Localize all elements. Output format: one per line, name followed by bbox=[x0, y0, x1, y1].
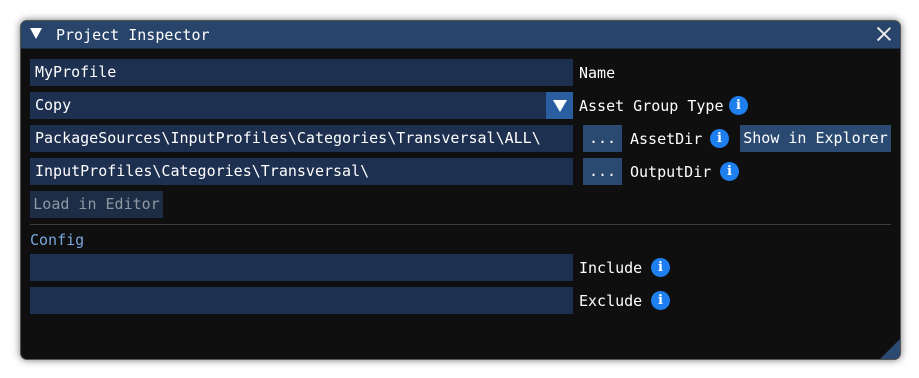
asset-dir-label: AssetDir bbox=[630, 130, 703, 148]
asset-group-type-label: Asset Group Type bbox=[579, 97, 724, 115]
include-input[interactable] bbox=[30, 254, 573, 281]
asset-group-type-dropdown-button[interactable] bbox=[546, 92, 573, 119]
output-dir-input[interactable]: InputProfiles\Categories\Transversal\ bbox=[30, 158, 573, 185]
exclude-label: Exclude bbox=[579, 292, 643, 310]
asset-dir-info-icon[interactable]: i bbox=[710, 129, 729, 148]
asset-dir-input[interactable]: PackageSources\InputProfiles\Categories\… bbox=[30, 125, 573, 152]
asset-group-type-info-icon[interactable]: i bbox=[729, 96, 748, 115]
output-dir-info-icon[interactable]: i bbox=[720, 162, 739, 181]
name-label: Name bbox=[579, 64, 616, 82]
output-dir-browse-button[interactable]: ... bbox=[583, 158, 622, 185]
config-heading: Config bbox=[30, 231, 85, 249]
name-input[interactable]: MyProfile bbox=[30, 59, 573, 86]
load-in-editor-button[interactable]: Load in Editor bbox=[30, 191, 163, 218]
exclude-info-icon[interactable]: i bbox=[651, 291, 670, 310]
asset-group-type-select[interactable]: Copy bbox=[30, 92, 546, 119]
resize-grip-icon[interactable] bbox=[880, 339, 900, 359]
include-info-icon[interactable]: i bbox=[651, 258, 670, 277]
title-bar[interactable]: Project Inspector bbox=[21, 21, 900, 49]
chevron-down-icon bbox=[553, 100, 567, 112]
window-title: Project Inspector bbox=[56, 26, 210, 44]
project-inspector-window: Project Inspector MyProfile Name Copy As… bbox=[20, 20, 901, 360]
show-in-explorer-button[interactable]: Show in Explorer bbox=[740, 125, 891, 152]
output-dir-label: OutputDir bbox=[630, 163, 712, 181]
section-divider bbox=[30, 224, 891, 225]
include-label: Include bbox=[579, 259, 643, 277]
close-icon[interactable] bbox=[876, 26, 892, 42]
asset-dir-browse-button[interactable]: ... bbox=[583, 125, 622, 152]
collapse-arrow-icon[interactable] bbox=[30, 28, 42, 39]
exclude-input[interactable] bbox=[30, 287, 573, 314]
